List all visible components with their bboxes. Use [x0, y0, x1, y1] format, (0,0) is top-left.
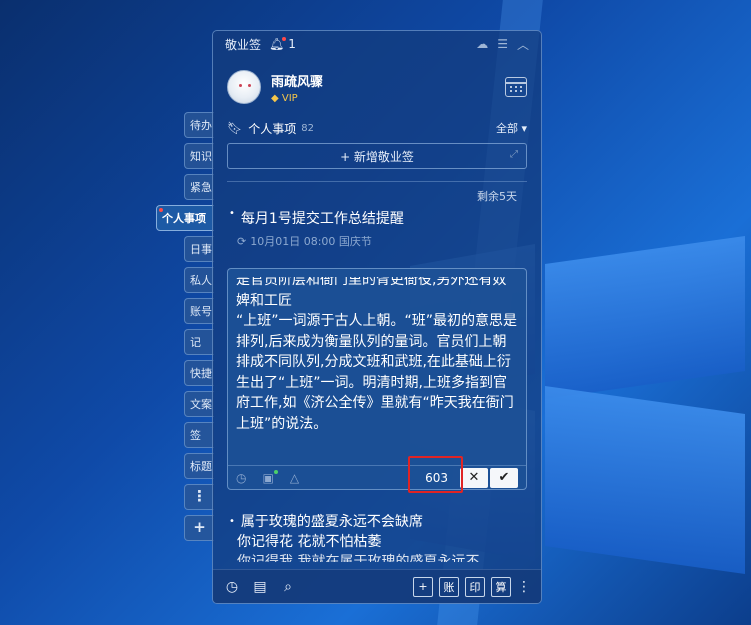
sticky-note-panel: 敬业签 🔔︎ 1 ☁ ☰ ︿ 雨疏风骤 ◆ VIP 🔖︎ 个人事项 82 全部 …: [212, 30, 542, 604]
tab-wenan[interactable]: 文案: [184, 391, 214, 417]
bottom-toolbar: ◷ ▤ ⌕ + 账 印 算 ⋮: [213, 569, 541, 603]
vip-label: VIP: [281, 92, 298, 104]
list-item[interactable]: 属于玫瑰的盛夏永远不会缺席 你记得花 花就不怕枯萎 你记得我 我就在属于玫瑰的盛…: [229, 512, 529, 562]
user-profile: 雨疏风骤 ◆ VIP: [213, 57, 541, 117]
more-tabs-button[interactable]: ⋮: [184, 484, 214, 510]
expand-icon[interactable]: ⤢: [510, 149, 518, 160]
user-name: 雨疏风骤: [271, 74, 324, 90]
section-count: 82: [301, 122, 314, 134]
note-reminder: ⟳ 10月01日 08:00 国庆节: [237, 233, 527, 249]
category-tab-strip: 待办 知识 紧急 个人事项 日事 私人 账号 记 快捷 文案 签 标题 ⋮ +: [156, 112, 214, 546]
account-button[interactable]: 账: [439, 576, 459, 597]
calculator-button[interactable]: 算: [491, 576, 511, 597]
clock-icon[interactable]: ◷: [236, 471, 246, 485]
list-item[interactable]: 每月1号提交工作总结提醒 ⟳10月01日 08:00 国庆节: [213, 204, 541, 249]
editor-textarea[interactable]: 是官员阶层和衙门里的胥吏衙役,另外还有奴婢和工匠 “上班”一词源于古人上朝。“班…: [236, 277, 520, 455]
cloud-sync-icon[interactable]: ☁: [476, 37, 488, 51]
filter-dropdown[interactable]: 全部 ▾: [496, 120, 527, 136]
cancel-button[interactable]: ✕: [460, 467, 488, 488]
caret-down-icon: ▾: [521, 122, 527, 135]
tab-kuaijie[interactable]: 快捷: [184, 360, 214, 386]
menu-icon[interactable]: ☰: [497, 37, 508, 51]
tab-rishi[interactable]: 日事: [184, 236, 214, 262]
app-title: 敬业签: [225, 37, 262, 52]
note-line: 你记得花 花就不怕枯萎: [237, 534, 382, 550]
add-tab-button[interactable]: +: [184, 515, 214, 541]
note-title: 每月1号提交工作总结提醒: [229, 208, 527, 228]
repeat-icon: ⟳: [237, 235, 247, 248]
desktop-window-pane: [545, 385, 745, 575]
avatar[interactable]: [227, 70, 261, 104]
notification-count[interactable]: 1: [288, 37, 296, 51]
desktop-window-pane: [545, 235, 745, 400]
more-icon[interactable]: ⋮: [517, 579, 531, 595]
section-header: 🔖︎ 个人事项 82 全部 ▾: [213, 117, 541, 139]
title-bar: 敬业签 🔔︎ 1 ☁ ☰ ︿: [213, 31, 541, 57]
vip-badge: ◆ VIP: [271, 93, 505, 104]
editor-paragraph: “上班”一词源于古人上朝。“班”最初的意思是排列,后来成为衡量队列的量词。官员们…: [236, 313, 518, 432]
editor-paragraph: 是官员阶层和衙门里的胥吏衙役,另外还有奴婢和工匠: [236, 277, 507, 309]
add-button[interactable]: +: [413, 576, 433, 597]
tab-siren[interactable]: 私人: [184, 267, 214, 293]
tab-personal-items[interactable]: 个人事项: [156, 205, 214, 231]
search-icon[interactable]: ⌕: [279, 579, 297, 595]
remaining-days: 剩余5天: [477, 190, 517, 203]
char-count-highlight: [408, 456, 463, 493]
tab-ji[interactable]: 记: [184, 329, 214, 355]
diamond-icon: ◆: [271, 92, 279, 104]
note-title: 属于玫瑰的盛夏永远不会缺席: [229, 512, 529, 532]
editor-toolbar: ◷ ▣ △ 603 ✕ ✔: [228, 465, 526, 489]
clock-icon[interactable]: ◷: [223, 579, 241, 595]
tab-qian[interactable]: 签: [184, 422, 214, 448]
print-button[interactable]: 印: [465, 576, 485, 597]
tab-biaoti[interactable]: 标题: [184, 453, 214, 479]
image-icon[interactable]: ▣: [262, 469, 279, 485]
tab-jinji[interactable]: 紧急: [184, 174, 214, 200]
add-note-label: + 新增敬业签: [340, 149, 414, 164]
calendar-icon[interactable]: [505, 77, 527, 97]
section-title: 个人事项: [248, 121, 297, 136]
filter-label: 全部: [495, 122, 518, 135]
tab-zhishi[interactable]: 知识: [184, 143, 214, 169]
note-editor[interactable]: 是官员阶层和衙门里的胥吏衙役,另外还有奴婢和工匠 “上班”一词源于古人上朝。“班…: [227, 268, 527, 490]
note-line: 你记得我 我就在属于玫瑰的盛夏永远不: [237, 554, 480, 562]
add-note-button[interactable]: + 新增敬业签 ⤢: [227, 143, 527, 169]
reminder-text: 10月01日 08:00 国庆节: [250, 235, 372, 248]
collapse-icon[interactable]: ︿: [517, 36, 529, 53]
archive-icon[interactable]: ▤: [251, 579, 269, 595]
bell-icon[interactable]: 🔔︎: [269, 37, 287, 51]
bookmark-icon: 🔖︎: [227, 121, 243, 135]
tab-daiban[interactable]: 待办: [184, 112, 214, 138]
triangle-icon[interactable]: △: [290, 471, 299, 485]
tab-zhanghao[interactable]: 账号: [184, 298, 214, 324]
confirm-button[interactable]: ✔: [490, 467, 518, 488]
